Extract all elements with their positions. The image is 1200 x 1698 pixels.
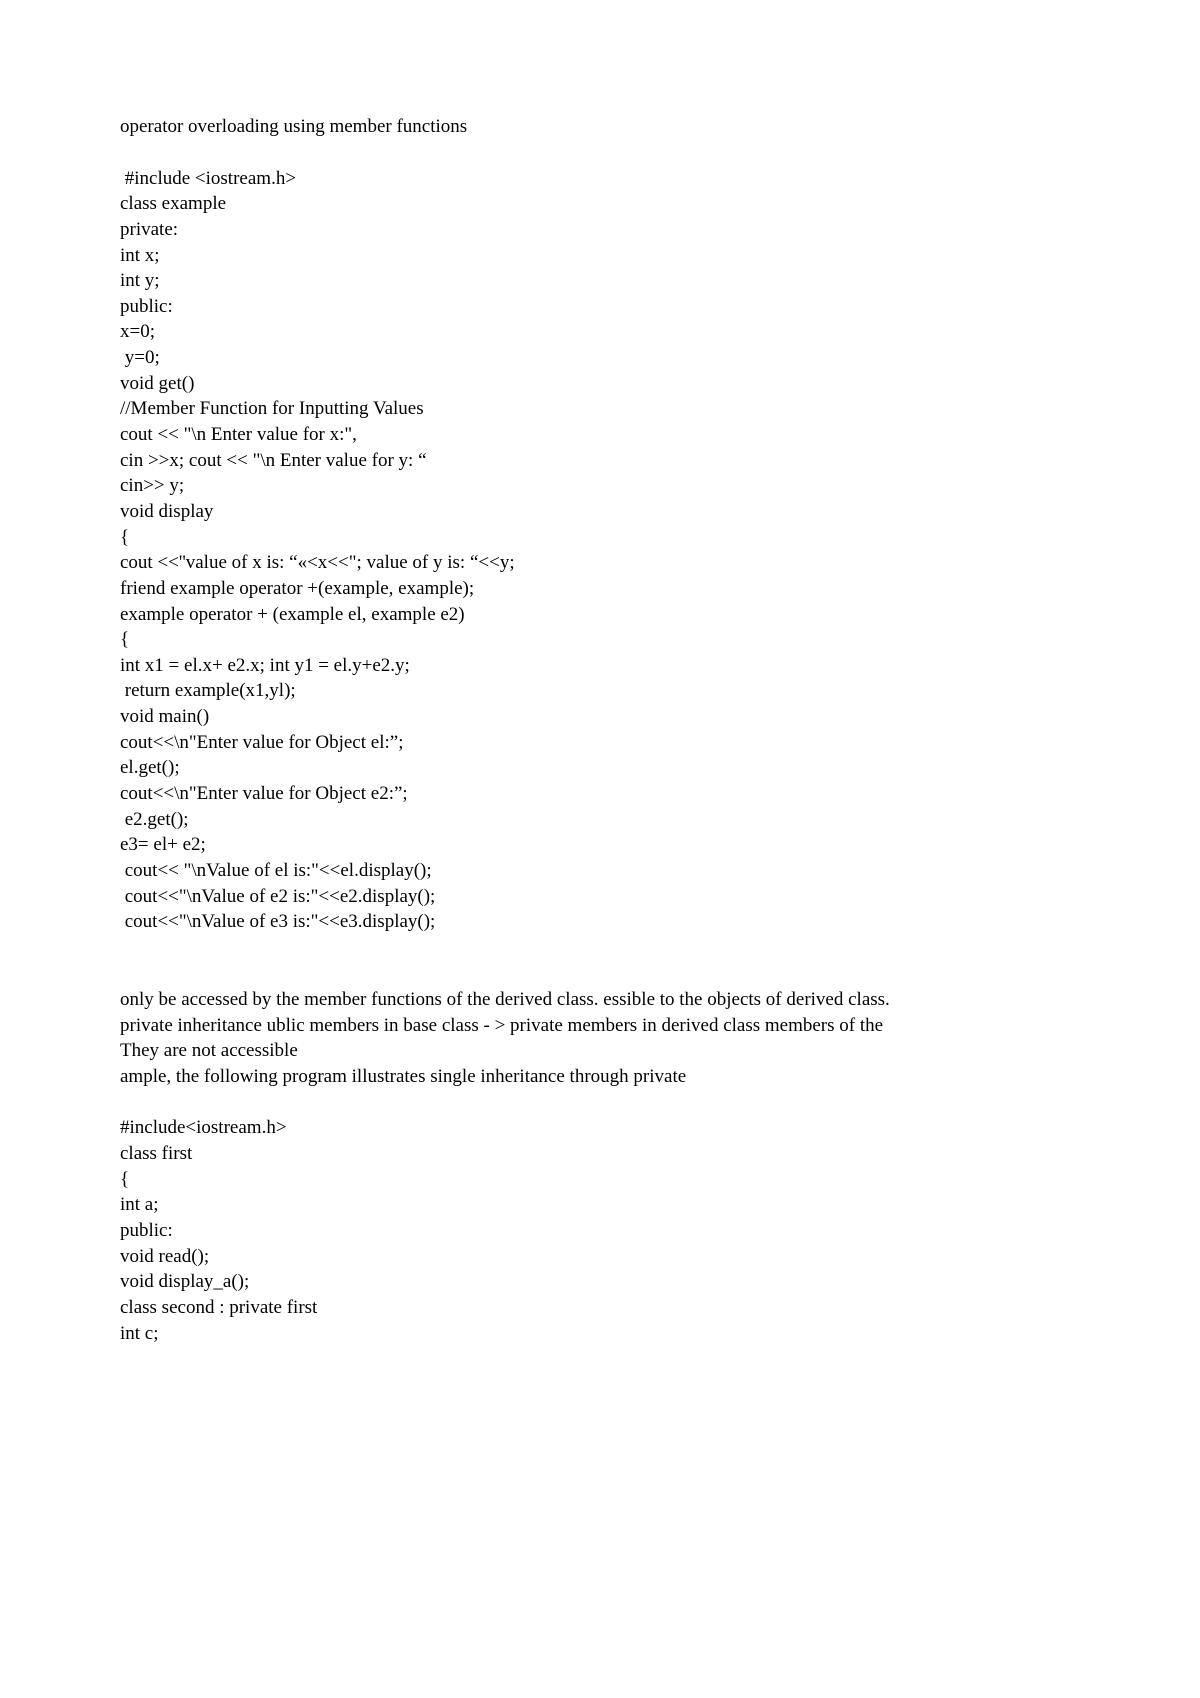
code-line: void display_a(); <box>120 1269 1080 1295</box>
code-line: cout << "\n Enter value for x:", <box>120 422 1080 448</box>
spacer <box>120 935 1080 987</box>
paragraph-block: only be accessed by the member functions… <box>120 987 1080 1090</box>
code-line: //Member Function for Inputting Values <box>120 396 1080 422</box>
code-line: cin>> y; <box>120 473 1080 499</box>
code-line: void display <box>120 499 1080 525</box>
code-line: example operator + (example el, example … <box>120 602 1080 628</box>
code-line: cin >>x; cout << "\n Enter value for y: … <box>120 448 1080 474</box>
code-line: { <box>120 627 1080 653</box>
code-line: cout<<"\nValue of e2 is:"<<e2.display(); <box>120 884 1080 910</box>
code-line: public: <box>120 294 1080 320</box>
code-line: void main() <box>120 704 1080 730</box>
paragraph-line: only be accessed by the member functions… <box>120 987 1080 1013</box>
spacer <box>120 140 1080 166</box>
code-line: cout<< "\nValue of el is:"<<el.display()… <box>120 858 1080 884</box>
code-line: class first <box>120 1141 1080 1167</box>
code-line: el.get(); <box>120 755 1080 781</box>
code-line: { <box>120 525 1080 551</box>
code-line: class second : private first <box>120 1295 1080 1321</box>
spacer <box>120 1089 1080 1115</box>
code-line: int x1 = el.x+ e2.x; int y1 = el.y+e2.y; <box>120 653 1080 679</box>
paragraph-line: They are not accessible <box>120 1038 1080 1064</box>
code-line: { <box>120 1167 1080 1193</box>
code-line: int a; <box>120 1192 1080 1218</box>
document-page: operator overloading using member functi… <box>0 0 1200 1698</box>
code-line: e2.get(); <box>120 807 1080 833</box>
code-line: private: <box>120 217 1080 243</box>
code-block-2: #include<iostream.h> class first { int a… <box>120 1115 1080 1346</box>
code-line: friend example operator +(example, examp… <box>120 576 1080 602</box>
code-line: cout <<''value of x is: “«<x<<"; value o… <box>120 550 1080 576</box>
code-line: e3= el+ e2; <box>120 832 1080 858</box>
code-line: return example(x1,yl); <box>120 678 1080 704</box>
code-line: int c; <box>120 1321 1080 1347</box>
paragraph-line: ample, the following program illustrates… <box>120 1064 1080 1090</box>
page-title: operator overloading using member functi… <box>120 114 1080 140</box>
code-line: cout<<\n"Enter value for Object e2:”; <box>120 781 1080 807</box>
code-line: #include<iostream.h> <box>120 1115 1080 1141</box>
code-line: y=0; <box>120 345 1080 371</box>
code-line: int y; <box>120 268 1080 294</box>
code-line: #include <iostream.h> <box>120 166 1080 192</box>
code-line: void get() <box>120 371 1080 397</box>
code-line: int x; <box>120 243 1080 269</box>
code-line: cout<<\n"Enter value for Object el:”; <box>120 730 1080 756</box>
code-block-1: #include <iostream.h> class example priv… <box>120 166 1080 935</box>
paragraph-line: private inheritance ublic members in bas… <box>120 1013 1080 1039</box>
code-line: public: <box>120 1218 1080 1244</box>
code-line: class example <box>120 191 1080 217</box>
code-line: void read(); <box>120 1244 1080 1270</box>
code-line: x=0; <box>120 319 1080 345</box>
code-line: cout<<"\nValue of e3 is:"<<e3.display(); <box>120 909 1080 935</box>
